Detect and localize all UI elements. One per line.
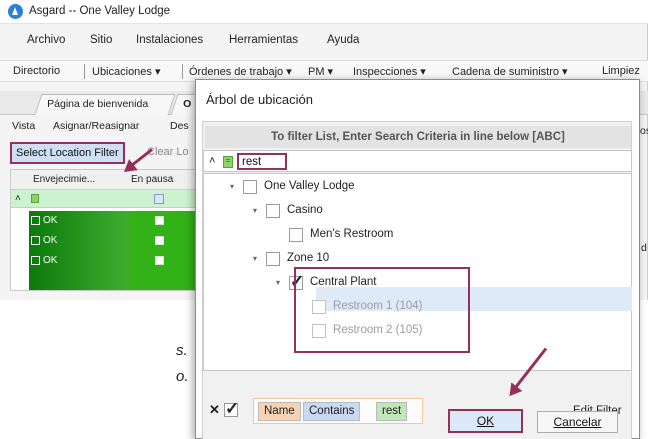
criteria-value-chip[interactable]: rest — [376, 402, 408, 421]
row-checkbox[interactable] — [155, 256, 164, 265]
expand-icon[interactable] — [31, 236, 40, 245]
background-text: d — [641, 242, 647, 254]
menu-archivo[interactable]: Archivo — [27, 34, 65, 46]
column-envejecimiento[interactable]: Envejecimie... — [33, 174, 95, 185]
table-row[interactable]: OK — [11, 231, 203, 251]
dialog-panel: To filter List, Enter Search Criteria in… — [202, 121, 632, 439]
action-vista[interactable]: Vista — [12, 120, 35, 132]
window-title: Asgard -- One Valley Lodge — [29, 5, 171, 17]
toolbar-directorio[interactable]: Directorio — [13, 65, 60, 77]
background-text: os — [640, 125, 648, 137]
action-asignar[interactable]: Asignar/Reasignar — [53, 120, 139, 132]
grid-filter-row[interactable]: ˄ — [11, 190, 203, 208]
menu-instalaciones[interactable]: Instalaciones — [136, 34, 203, 46]
filter-operator-icon — [31, 194, 39, 203]
criteria-operator-chip[interactable]: Contains — [303, 402, 361, 421]
callout-highlight-box — [294, 267, 470, 353]
expand-icon[interactable] — [31, 216, 40, 225]
filter-operator-icon[interactable]: = — [223, 156, 233, 168]
row-checkbox[interactable] — [155, 236, 164, 245]
tab-welcome[interactable]: Página de bienvenida — [34, 94, 176, 115]
expand-icon[interactable] — [31, 256, 40, 265]
pin-icon: ˄ — [15, 193, 21, 204]
clear-location-filter-button[interactable]: Clear Lo — [147, 146, 189, 158]
table-row[interactable] — [11, 271, 203, 290]
grid-cell — [129, 271, 203, 290]
location-tree: ▾ One Valley Lodge ▾ Casino Men's Restro… — [203, 173, 632, 371]
grid-cell — [129, 251, 203, 271]
node-label: Men's Restroom — [310, 228, 394, 240]
collapse-caret-icon[interactable]: ▾ — [253, 206, 257, 215]
filter-enabled-checkbox[interactable] — [224, 399, 239, 419]
select-location-filter-button[interactable]: Select Location Filter — [10, 142, 125, 164]
menu-herramientas[interactable]: Herramientas — [229, 34, 298, 46]
column-en-pausa[interactable]: En pausa — [131, 174, 173, 185]
asgard-logo-icon — [8, 4, 23, 19]
search-input[interactable] — [237, 153, 287, 170]
action-des[interactable]: Des — [170, 120, 189, 132]
toolbar-separator — [182, 64, 183, 79]
node-checkbox[interactable] — [289, 228, 303, 242]
toolbar-inspecciones[interactable]: Inspecciones ▾ — [353, 65, 426, 78]
work-order-grid: Envejecimie... En pausa ˄ OK OK OK — [10, 169, 204, 291]
filter-hint: To filter List, Enter Search Criteria in… — [205, 126, 631, 148]
background-text: s. — [176, 342, 188, 359]
collapse-caret-icon[interactable]: ▾ — [230, 182, 234, 191]
clear-filter-x-icon[interactable]: ✕ — [209, 402, 220, 418]
title-bar: Asgard -- One Valley Lodge — [0, 0, 648, 24]
ok-button[interactable]: OK — [448, 409, 523, 433]
node-label: Zone 10 — [287, 252, 330, 264]
location-tree-dialog: Árbol de ubicación To filter List, Enter… — [195, 79, 640, 439]
node-checkbox[interactable] — [243, 180, 257, 194]
toolbar-limpieza[interactable]: Limpiez — [602, 65, 640, 77]
table-row[interactable]: OK — [11, 251, 203, 271]
menu-sitio[interactable]: Sitio — [90, 34, 112, 46]
toolbar-ordenes[interactable]: Órdenes de trabajo ▾ — [189, 65, 292, 78]
table-row[interactable]: OK — [11, 211, 203, 231]
row-checkbox[interactable] — [155, 216, 164, 225]
grid-cell — [29, 271, 129, 290]
toolbar-cadena[interactable]: Cadena de suministro ▾ — [452, 65, 568, 78]
row-status: OK — [43, 255, 58, 266]
tab-welcome-label: Página de bienvenida — [47, 98, 149, 110]
collapse-caret-icon[interactable]: ▾ — [253, 254, 257, 263]
toolbar-pm[interactable]: PM ▾ — [308, 65, 333, 78]
node-checkbox[interactable] — [266, 252, 280, 266]
grid-cell — [129, 211, 203, 231]
node-checkbox[interactable] — [266, 204, 280, 218]
filter-checkbox-icon[interactable] — [154, 194, 164, 204]
menu-ayuda[interactable]: Ayuda — [327, 34, 359, 46]
grid-header: Envejecimie... En pausa — [11, 170, 203, 190]
grid-cell — [129, 231, 203, 251]
cancel-button[interactable]: Cancelar — [537, 411, 618, 433]
pin-icon: ˄ — [209, 155, 216, 167]
background-text: o. — [176, 368, 189, 385]
dialog-title: Árbol de ubicación — [206, 92, 313, 107]
toolbar-separator — [84, 64, 85, 79]
node-label: Casino — [287, 204, 323, 216]
criteria-chip-group: Name Contains rest — [253, 398, 423, 424]
node-label: One Valley Lodge — [264, 180, 355, 192]
criteria-field-chip[interactable]: Name — [258, 402, 301, 421]
search-row: ˄ = — [203, 150, 632, 172]
row-status: OK — [43, 235, 58, 246]
row-status: OK — [43, 215, 58, 226]
collapse-caret-icon[interactable]: ▾ — [276, 278, 280, 287]
toolbar-ubicaciones[interactable]: Ubicaciones ▾ — [92, 65, 161, 78]
